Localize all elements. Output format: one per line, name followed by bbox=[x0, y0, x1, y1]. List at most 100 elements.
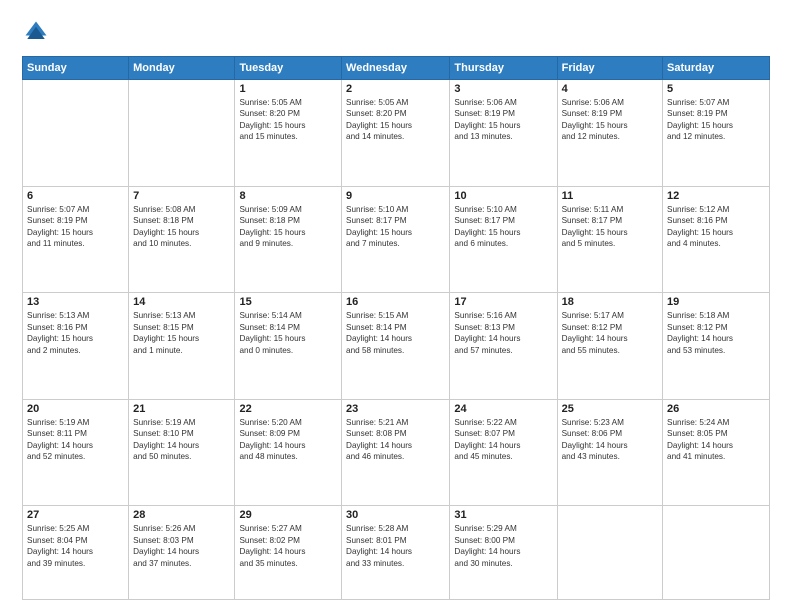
day-info: Sunrise: 5:11 AM Sunset: 8:17 PM Dayligh… bbox=[562, 204, 658, 250]
calendar-header-cell: Tuesday bbox=[235, 57, 342, 80]
day-number: 18 bbox=[562, 296, 658, 308]
calendar-week-row: 6 Sunrise: 5:07 AM Sunset: 8:19 PM Daylig… bbox=[23, 186, 770, 293]
day-info: Sunrise: 5:09 AM Sunset: 8:18 PM Dayligh… bbox=[239, 204, 337, 250]
day-number: 11 bbox=[562, 190, 658, 202]
day-info: Sunrise: 5:29 AM Sunset: 8:00 PM Dayligh… bbox=[454, 523, 552, 569]
calendar-week-row: 13 Sunrise: 5:13 AM Sunset: 8:16 PM Dayli… bbox=[23, 293, 770, 400]
calendar-week-row: 1 Sunrise: 5:05 AM Sunset: 8:20 PM Daylig… bbox=[23, 80, 770, 187]
day-info: Sunrise: 5:07 AM Sunset: 8:19 PM Dayligh… bbox=[27, 204, 124, 250]
day-info: Sunrise: 5:20 AM Sunset: 8:09 PM Dayligh… bbox=[239, 417, 337, 463]
calendar-day-cell: 1Sunrise: 5:05 AM Sunset: 8:20 PM Daylig… bbox=[235, 80, 342, 187]
calendar-day-cell: 4 Sunrise: 5:06 AM Sunset: 8:19 PM Daylig… bbox=[557, 80, 662, 187]
calendar-day-cell: 26Sunrise: 5:24 AM Sunset: 8:05 PM Dayli… bbox=[663, 399, 770, 506]
day-number: 12 bbox=[667, 190, 765, 202]
day-info: Sunrise: 5:19 AM Sunset: 8:10 PM Dayligh… bbox=[133, 417, 230, 463]
day-number: 8 bbox=[239, 190, 337, 202]
day-number: 27 bbox=[27, 509, 124, 521]
calendar-day-cell: 21 Sunrise: 5:19 AM Sunset: 8:10 PM Dayli… bbox=[129, 399, 235, 506]
calendar-day-cell: 5 Sunrise: 5:07 AM Sunset: 8:19 PM Daylig… bbox=[663, 80, 770, 187]
day-number: 1 bbox=[239, 83, 337, 95]
calendar-day-cell: 16 Sunrise: 5:15 AM Sunset: 8:14 PM Dayli… bbox=[342, 293, 450, 400]
calendar-day-cell: 11 Sunrise: 5:11 AM Sunset: 8:17 PM Dayli… bbox=[557, 186, 662, 293]
day-number: 19 bbox=[667, 296, 765, 308]
day-number: 28 bbox=[133, 509, 230, 521]
calendar-header-row: SundayMondayTuesdayWednesdayThursdayFrid… bbox=[23, 57, 770, 80]
day-number: 10 bbox=[454, 190, 552, 202]
calendar-day-cell: 23Sunrise: 5:21 AM Sunset: 8:08 PM Dayli… bbox=[342, 399, 450, 506]
day-info: Sunrise: 5:06 AM Sunset: 8:19 PM Dayligh… bbox=[562, 97, 658, 143]
day-number: 17 bbox=[454, 296, 552, 308]
header bbox=[22, 18, 770, 46]
calendar-day-cell: 3 Sunrise: 5:06 AM Sunset: 8:19 PM Daylig… bbox=[450, 80, 557, 187]
day-number: 30 bbox=[346, 509, 445, 521]
day-number: 21 bbox=[133, 403, 230, 415]
calendar-day-cell: 22Sunrise: 5:20 AM Sunset: 8:09 PM Dayli… bbox=[235, 399, 342, 506]
calendar-day-cell: 25 Sunrise: 5:23 AM Sunset: 8:06 PM Dayli… bbox=[557, 399, 662, 506]
day-number: 25 bbox=[562, 403, 658, 415]
calendar-table: SundayMondayTuesdayWednesdayThursdayFrid… bbox=[22, 56, 770, 600]
day-info: Sunrise: 5:22 AM Sunset: 8:07 PM Dayligh… bbox=[454, 417, 552, 463]
day-info: Sunrise: 5:05 AM Sunset: 8:20 PM Dayligh… bbox=[346, 97, 445, 143]
day-number: 9 bbox=[346, 190, 445, 202]
calendar-day-cell: 24 Sunrise: 5:22 AM Sunset: 8:07 PM Dayli… bbox=[450, 399, 557, 506]
day-info: Sunrise: 5:18 AM Sunset: 8:12 PM Dayligh… bbox=[667, 310, 765, 356]
calendar-day-cell bbox=[129, 80, 235, 187]
calendar-header-cell: Monday bbox=[129, 57, 235, 80]
calendar-header-cell: Friday bbox=[557, 57, 662, 80]
day-info: Sunrise: 5:12 AM Sunset: 8:16 PM Dayligh… bbox=[667, 204, 765, 250]
day-info: Sunrise: 5:16 AM Sunset: 8:13 PM Dayligh… bbox=[454, 310, 552, 356]
day-info: Sunrise: 5:23 AM Sunset: 8:06 PM Dayligh… bbox=[562, 417, 658, 463]
calendar-day-cell: 18 Sunrise: 5:17 AM Sunset: 8:12 PM Dayli… bbox=[557, 293, 662, 400]
calendar-day-cell: 10 Sunrise: 5:10 AM Sunset: 8:17 PM Dayli… bbox=[450, 186, 557, 293]
day-number: 15 bbox=[239, 296, 337, 308]
calendar-body: 1 Sunrise: 5:05 AM Sunset: 8:20 PM Daylig… bbox=[23, 80, 770, 600]
calendar-day-cell: 13 Sunrise: 5:13 AM Sunset: 8:16 PM Dayli… bbox=[23, 293, 129, 400]
day-number: 4 bbox=[562, 83, 658, 95]
calendar-header-cell: Sunday bbox=[23, 57, 129, 80]
calendar-day-cell: 17 Sunrise: 5:16 AM Sunset: 8:13 PM Dayli… bbox=[450, 293, 557, 400]
day-number: 24 bbox=[454, 403, 552, 415]
day-number: 23 bbox=[346, 403, 445, 415]
calendar-header-cell: Saturday bbox=[663, 57, 770, 80]
day-number: 13 bbox=[27, 296, 124, 308]
day-number: 3 bbox=[454, 83, 552, 95]
calendar-week-row: 27Sunrise: 5:25 AM Sunset: 8:04 PM Dayli… bbox=[23, 506, 770, 600]
calendar-day-cell bbox=[557, 506, 662, 600]
day-number: 5 bbox=[667, 83, 765, 95]
day-info: Sunrise: 5:24 AM Sunset: 8:05 PM Dayligh… bbox=[667, 417, 765, 463]
day-info: Sunrise: 5:19 AM Sunset: 8:11 PM Dayligh… bbox=[27, 417, 124, 463]
calendar-day-cell: 20Sunrise: 5:19 AM Sunset: 8:11 PM Dayli… bbox=[23, 399, 129, 506]
calendar-day-cell: 29 Sunrise: 5:27 AM Sunset: 8:02 PM Dayli… bbox=[235, 506, 342, 600]
calendar-day-cell: 19 Sunrise: 5:18 AM Sunset: 8:12 PM Dayli… bbox=[663, 293, 770, 400]
calendar-day-cell: 27Sunrise: 5:25 AM Sunset: 8:04 PM Dayli… bbox=[23, 506, 129, 600]
calendar-day-cell: 28 Sunrise: 5:26 AM Sunset: 8:03 PM Dayli… bbox=[129, 506, 235, 600]
day-info: Sunrise: 5:13 AM Sunset: 8:16 PM Dayligh… bbox=[27, 310, 124, 356]
day-info: Sunrise: 5:10 AM Sunset: 8:17 PM Dayligh… bbox=[454, 204, 552, 250]
page: SundayMondayTuesdayWednesdayThursdayFrid… bbox=[0, 0, 792, 612]
calendar-header-cell: Thursday bbox=[450, 57, 557, 80]
calendar-day-cell: 9 Sunrise: 5:10 AM Sunset: 8:17 PM Daylig… bbox=[342, 186, 450, 293]
day-info: Sunrise: 5:26 AM Sunset: 8:03 PM Dayligh… bbox=[133, 523, 230, 569]
day-number: 16 bbox=[346, 296, 445, 308]
day-info: Sunrise: 5:13 AM Sunset: 8:15 PM Dayligh… bbox=[133, 310, 230, 356]
day-info: Sunrise: 5:15 AM Sunset: 8:14 PM Dayligh… bbox=[346, 310, 445, 356]
day-info: Sunrise: 5:28 AM Sunset: 8:01 PM Dayligh… bbox=[346, 523, 445, 569]
calendar-week-row: 20Sunrise: 5:19 AM Sunset: 8:11 PM Dayli… bbox=[23, 399, 770, 506]
day-info: Sunrise: 5:07 AM Sunset: 8:19 PM Dayligh… bbox=[667, 97, 765, 143]
calendar-day-cell bbox=[663, 506, 770, 600]
day-number: 29 bbox=[239, 509, 337, 521]
calendar-header-cell: Wednesday bbox=[342, 57, 450, 80]
logo-icon bbox=[22, 18, 50, 46]
day-info: Sunrise: 5:08 AM Sunset: 8:18 PM Dayligh… bbox=[133, 204, 230, 250]
calendar-day-cell bbox=[23, 80, 129, 187]
calendar-day-cell: 6 Sunrise: 5:07 AM Sunset: 8:19 PM Daylig… bbox=[23, 186, 129, 293]
day-info: Sunrise: 5:10 AM Sunset: 8:17 PM Dayligh… bbox=[346, 204, 445, 250]
day-info: Sunrise: 5:14 AM Sunset: 8:14 PM Dayligh… bbox=[239, 310, 337, 356]
day-info: Sunrise: 5:27 AM Sunset: 8:02 PM Dayligh… bbox=[239, 523, 337, 569]
day-info: Sunrise: 5:06 AM Sunset: 8:19 PM Dayligh… bbox=[454, 97, 552, 143]
calendar-day-cell: 30 Sunrise: 5:28 AM Sunset: 8:01 PM Dayli… bbox=[342, 506, 450, 600]
calendar-day-cell: 31Sunrise: 5:29 AM Sunset: 8:00 PM Dayli… bbox=[450, 506, 557, 600]
calendar-day-cell: 8 Sunrise: 5:09 AM Sunset: 8:18 PM Daylig… bbox=[235, 186, 342, 293]
day-info: Sunrise: 5:17 AM Sunset: 8:12 PM Dayligh… bbox=[562, 310, 658, 356]
day-number: 6 bbox=[27, 190, 124, 202]
